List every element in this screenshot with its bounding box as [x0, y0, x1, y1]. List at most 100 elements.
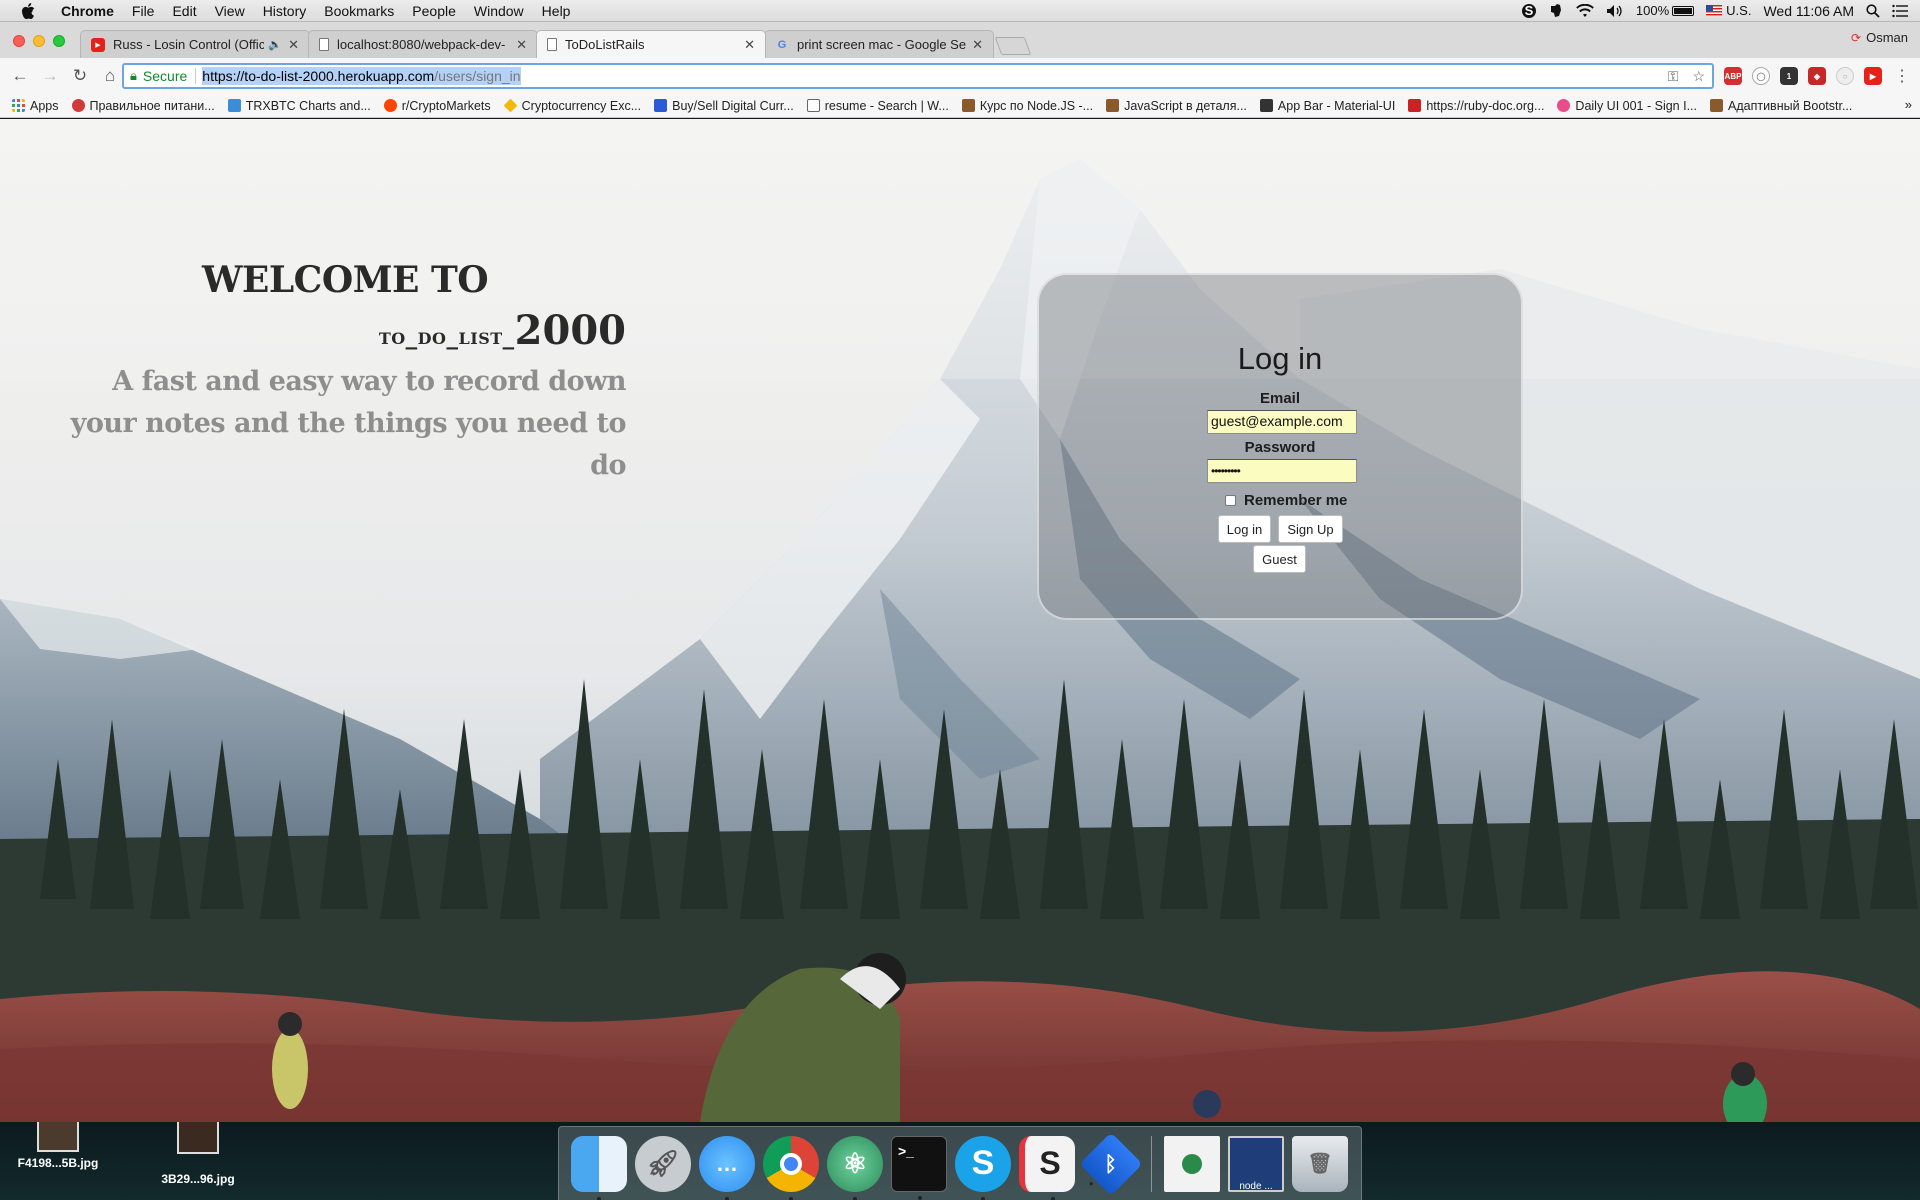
chrome-center — [780, 1152, 802, 1175]
adblock-plus-icon[interactable]: ABP — [1724, 67, 1742, 85]
key-icon[interactable]: ⚿ — [1668, 68, 1679, 85]
tab-close-icon[interactable]: ✕ — [288, 37, 299, 53]
welcome-heading: WELCOME TO — [202, 259, 489, 301]
password-field[interactable]: ••••••••• — [1207, 459, 1357, 483]
skype-status-icon[interactable]: S — [1521, 3, 1536, 18]
tab-close-icon[interactable]: ✕ — [516, 37, 527, 53]
bookmark-item[interactable]: Daily UI 001 - Sign I... — [1557, 99, 1697, 113]
bluetooth-file-exchange-icon[interactable]: ᛒ — [1079, 1131, 1143, 1196]
bookmarks-overflow-icon[interactable]: » — [1905, 97, 1912, 112]
lock-icon[interactable]: 🔒︎ — [130, 68, 137, 84]
running-indicator — [789, 1196, 793, 1200]
menu-window[interactable]: Window — [465, 0, 533, 22]
bookmark-apps[interactable]: Apps — [12, 99, 59, 113]
tab-close-icon[interactable]: ✕ — [744, 37, 755, 53]
menu-people[interactable]: People — [403, 0, 465, 22]
chrome-menu-icon[interactable]: ⋮ — [1894, 66, 1910, 86]
reload-button[interactable]: ↻ — [68, 64, 92, 88]
bookmark-star-icon[interactable]: ☆ — [1692, 68, 1705, 85]
guest-button[interactable]: Guest — [1253, 545, 1306, 573]
page-icon — [547, 38, 557, 51]
menubar-clock[interactable]: Wed 11:06 AM — [1763, 3, 1854, 19]
wifi-icon[interactable] — [1576, 3, 1594, 18]
menu-file[interactable]: File — [123, 0, 164, 22]
menu-bookmarks[interactable]: Bookmarks — [315, 0, 403, 22]
ghostery-icon[interactable]: ◯ — [1752, 67, 1770, 85]
audio-playing-icon[interactable]: 🔈 — [268, 38, 282, 51]
address-bar[interactable]: 🔒︎ Secure https://to-do-list-2000.heroku… — [122, 63, 1714, 89]
bookmark-item[interactable]: Правильное питани... — [71, 99, 215, 113]
bookmark-item[interactable]: Курс по Node.JS -... — [961, 99, 1093, 113]
extension-red-icon[interactable]: ◈ — [1808, 67, 1826, 85]
bookmark-item[interactable]: JavaScript в деталя... — [1106, 99, 1247, 113]
desktop-file[interactable]: 3B29...96.jpg — [148, 1122, 248, 1186]
login-card: Log in Email guest@example.com Password … — [1037, 273, 1523, 620]
window-minimize-button[interactable] — [33, 35, 45, 47]
menu-app-name[interactable]: Chrome — [52, 0, 123, 22]
spotlight-search-icon[interactable] — [1866, 3, 1880, 18]
home-button[interactable]: ⌂ — [98, 64, 122, 88]
bookmark-item[interactable]: https://ruby-doc.org... — [1408, 99, 1544, 113]
app-name-prefix: to_do_list_ — [378, 323, 515, 350]
window-close-button[interactable] — [13, 35, 25, 47]
extension-grey-icon[interactable]: ○ — [1836, 67, 1854, 85]
tab-youtube[interactable]: ▶ Russ - Losin Control (Officia 🔈 ✕ — [80, 30, 310, 58]
tab-localhost[interactable]: localhost:8080/webpack-dev- ✕ — [308, 30, 538, 58]
bookmark-item[interactable]: TRXBTC Charts and... — [227, 99, 371, 113]
back-button[interactable]: ← — [8, 64, 32, 88]
terminal-window-icon[interactable]: node ... — [1228, 1135, 1284, 1192]
tab-google-search[interactable]: G print screen mac - Google Sea ✕ — [764, 30, 994, 58]
site-favicon-icon — [227, 99, 241, 112]
apple-menu-icon[interactable] — [20, 2, 36, 19]
macos-dock: 🚀︎ … ⚛ >_ S S ᛒ node ... 🗑︎ — [558, 1126, 1362, 1200]
signup-button[interactable]: Sign Up — [1278, 515, 1343, 543]
input-source[interactable]: U.S. — [1706, 3, 1751, 18]
login-button[interactable]: Log in — [1218, 515, 1271, 543]
tab-todolistrails[interactable]: ToDoListRails ✕ — [536, 30, 766, 58]
url-host: https://to-do-list-2000.herokuapp.com — [202, 68, 435, 84]
skype-icon[interactable]: S — [955, 1135, 1011, 1200]
menu-help[interactable]: Help — [533, 0, 580, 22]
material-ui-icon — [1259, 99, 1273, 112]
slack-like-icon[interactable]: S — [1019, 1135, 1075, 1200]
tab-title: ToDoListRails — [565, 37, 645, 52]
trash-icon[interactable]: 🗑︎ — [1292, 1135, 1348, 1192]
chrome-icon[interactable] — [763, 1135, 819, 1200]
extension-badge-icon[interactable]: 1 — [1780, 67, 1798, 85]
menu-view[interactable]: View — [206, 0, 254, 22]
desktop-file[interactable]: F4198...5B.jpg — [8, 1122, 108, 1170]
menu-history[interactable]: History — [254, 0, 316, 22]
forward-button[interactable]: → — [38, 64, 62, 88]
bookmark-item[interactable]: resume - Search | W... — [806, 99, 949, 113]
volume-icon[interactable] — [1606, 4, 1624, 18]
youtube-extension-icon[interactable]: ▶ — [1864, 67, 1882, 85]
bluetooth-glyph: ᛒ — [1104, 1151, 1118, 1176]
battery-indicator[interactable]: 100% — [1636, 3, 1695, 18]
bookmark-item[interactable]: Адаптивный Bootstr... — [1710, 99, 1852, 113]
site-favicon-icon — [961, 99, 975, 112]
new-tab-button[interactable] — [994, 37, 1032, 55]
email-field[interactable]: guest@example.com — [1207, 410, 1357, 434]
atom-icon[interactable]: ⚛ — [827, 1135, 883, 1200]
menu-edit[interactable]: Edit — [163, 0, 205, 22]
finder-icon[interactable] — [571, 1135, 627, 1200]
remember-me-row[interactable]: Remember me — [1225, 492, 1347, 509]
terminal-icon[interactable]: >_ — [891, 1135, 947, 1200]
notification-center-icon[interactable] — [1892, 4, 1908, 18]
evernote-icon[interactable] — [1548, 3, 1564, 19]
bookmark-label: Daily UI 001 - Sign I... — [1575, 98, 1697, 113]
profile-name: Osman — [1866, 30, 1908, 45]
window-zoom-button[interactable] — [53, 35, 65, 47]
bookmark-item[interactable]: App Bar - Material-UI — [1259, 99, 1395, 113]
document-preview-icon[interactable] — [1164, 1135, 1220, 1192]
url-text[interactable]: https://to-do-list-2000.herokuapp.com/us… — [202, 67, 521, 85]
secure-label[interactable]: Secure — [143, 68, 187, 84]
remember-me-checkbox[interactable] — [1225, 495, 1236, 506]
bookmark-item[interactable]: r/CryptoMarkets — [383, 99, 491, 113]
launchpad-icon[interactable]: 🚀︎ — [635, 1135, 691, 1192]
bookmark-item[interactable]: Cryptocurrency Exc... — [503, 99, 641, 113]
profile-button[interactable]: ⟳ Osman — [1851, 30, 1908, 45]
messages-icon[interactable]: … — [699, 1135, 755, 1200]
tab-close-icon[interactable]: ✕ — [972, 37, 983, 53]
bookmark-item[interactable]: Buy/Sell Digital Curr... — [654, 99, 794, 113]
